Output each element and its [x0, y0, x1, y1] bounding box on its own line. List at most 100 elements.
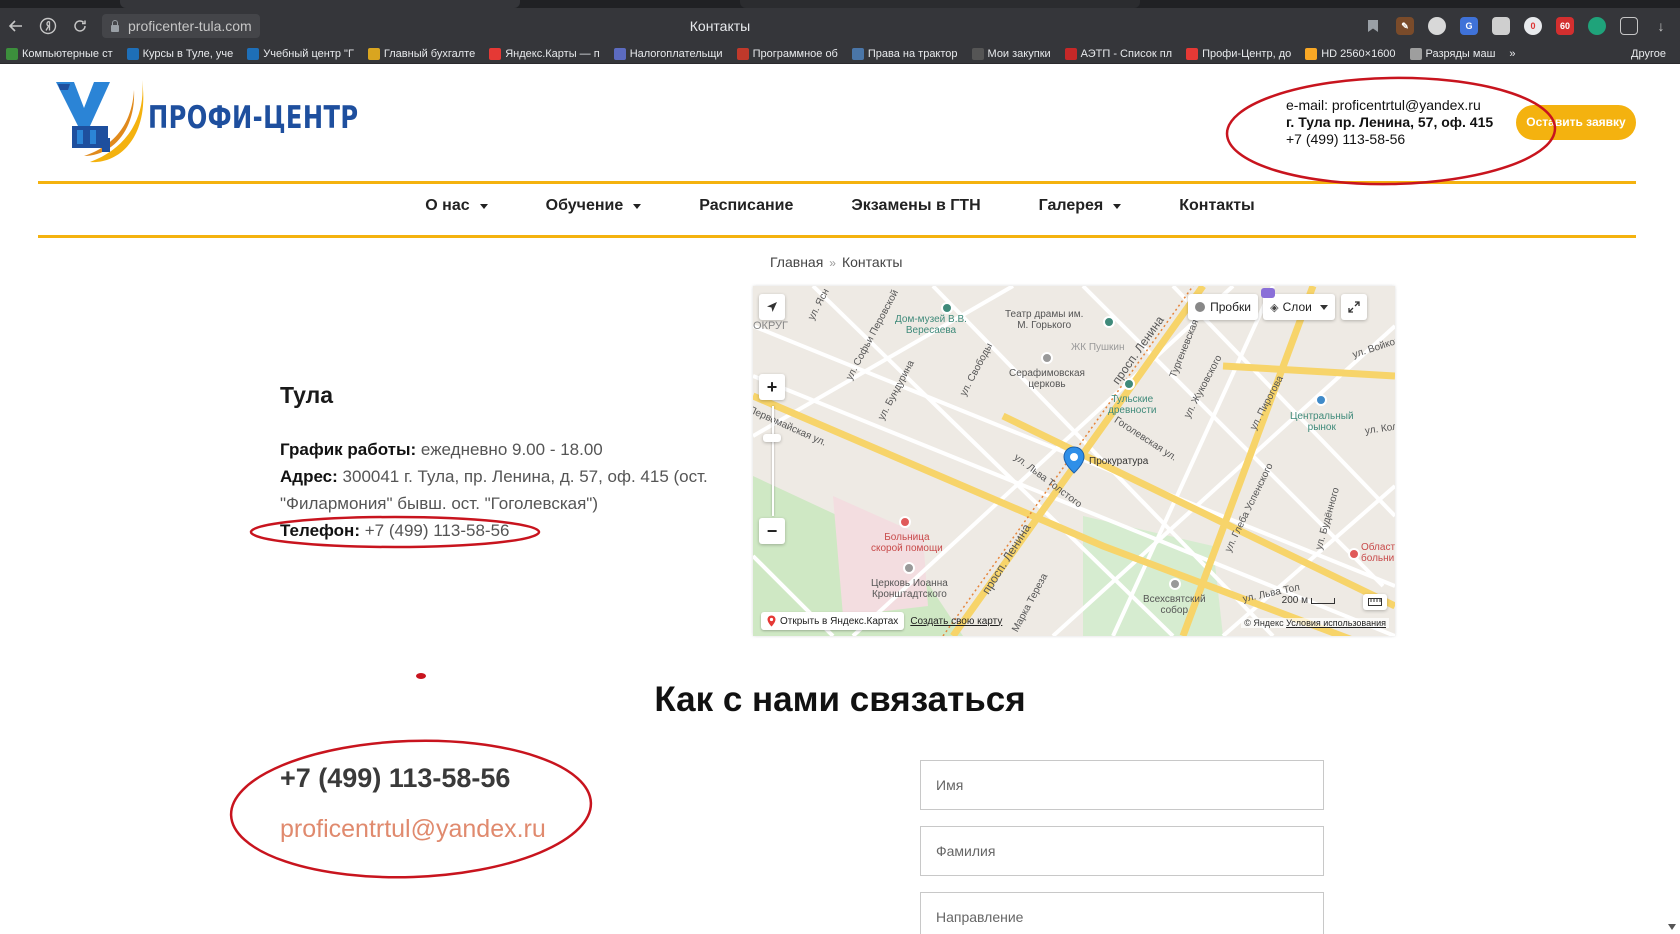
bookmark-item[interactable]: Яндекс.Карты — п — [489, 44, 600, 63]
bookmark-item[interactable]: Разряды маш — [1409, 44, 1495, 63]
create-map-link[interactable]: Создать свою карту — [910, 616, 1002, 627]
geolocation-icon[interactable] — [759, 294, 785, 320]
hours-row: График работы: ежедневно 9.00 - 18.00 — [280, 436, 720, 463]
church-icon — [1041, 352, 1053, 364]
traffic-icon — [1195, 302, 1206, 312]
reload-icon[interactable] — [64, 10, 96, 42]
map-label-prosecutor: Прокуратура — [1089, 456, 1149, 467]
translate-icon[interactable]: G — [1460, 17, 1478, 35]
url-text: proficenter-tula.com — [128, 18, 252, 34]
yandex-map[interactable]: Дом-музей В.В. Вересаева Театр драмы им. М… — [753, 286, 1395, 636]
bookmark-item[interactable]: Компьютерные ст — [6, 44, 113, 63]
map-poi-hospital[interactable]: Больница скорой помощи — [871, 532, 943, 554]
bookmark-favicon-icon — [126, 47, 139, 60]
map-poi-church[interactable]: Церковь Иоанна Кронштадтского — [871, 578, 948, 600]
layers-button[interactable]: ◈ Слои — [1263, 294, 1335, 320]
contact-email[interactable]: proficentrtul@yandex.ru — [280, 815, 546, 844]
nav-item[interactable]: Расписание — [670, 197, 822, 215]
header-email[interactable]: e-mail: proficentrtul@yandex.ru — [1286, 97, 1493, 114]
bookmark-item[interactable]: Курсы в Туле, уче — [126, 44, 234, 63]
bookmarks-bar: Компьютерные ст Курсы в Туле, уче Учебный … — [0, 44, 1680, 64]
map-pin-icon — [767, 615, 776, 627]
address-label: Адрес: — [280, 467, 338, 486]
fullscreen-icon[interactable] — [1341, 294, 1367, 320]
window-title: Контакты — [689, 18, 751, 34]
bookmark-favicon-icon — [367, 47, 380, 60]
bookmark-item[interactable]: Налогоплательщи — [613, 44, 723, 63]
download-icon[interactable]: ↓ — [1652, 17, 1670, 35]
bookmark-item[interactable]: Главный бухгалте — [367, 44, 476, 63]
main-nav: О нас Обучение Расписание Экзамены в ГТН Гал… — [0, 197, 1680, 215]
extension-icon[interactable] — [1588, 17, 1606, 35]
location-pin-icon[interactable] — [1063, 446, 1085, 474]
extensions-puzzle-icon[interactable] — [1620, 17, 1638, 35]
bookmark-label: Главный бухгалте — [383, 47, 476, 60]
map-poi-seraphim[interactable]: Серафимовская церковь — [1009, 368, 1085, 390]
bookmarks-other[interactable]: Другое — [1631, 44, 1666, 63]
bookmark-favicon-icon — [1186, 47, 1199, 60]
extension-icon[interactable]: 60 — [1556, 17, 1574, 35]
bookmark-item[interactable]: Программное об — [736, 44, 838, 63]
zoom-slider-handle[interactable] — [763, 434, 781, 442]
browser-tab[interactable] — [740, 0, 1140, 8]
logo-text[interactable]: ПРОФИ-ЦЕНТР — [148, 100, 358, 136]
lock-icon — [110, 20, 120, 32]
nav-bottom-rule — [38, 235, 1636, 238]
bookmark-label: Учебный центр "Г — [263, 47, 354, 60]
nav-item[interactable]: Обучение — [517, 197, 671, 215]
breadcrumb-current: Контакты — [841, 254, 903, 270]
map-poi-veresaev[interactable]: Дом-музей В.В. Вересаева — [895, 314, 967, 336]
bookmarks-overflow-icon[interactable]: » — [1509, 44, 1515, 63]
nav-item-label: Контакты — [1179, 197, 1255, 214]
terms-link[interactable]: Условия использования — [1286, 618, 1386, 628]
bookmark-favicon-icon — [1305, 47, 1318, 60]
map-scale: 200 м — [1282, 595, 1335, 606]
zoom-in-button[interactable]: + — [759, 374, 785, 400]
request-button[interactable]: Оставить заявку — [1516, 105, 1636, 140]
nav-item[interactable]: Контакты — [1150, 197, 1283, 215]
nav-item[interactable]: О нас — [396, 197, 516, 215]
bookmark-label: Компьютерные ст — [22, 47, 113, 60]
back-icon[interactable] — [0, 10, 32, 42]
caret-down-icon — [479, 203, 488, 209]
map-poi-theatre[interactable]: Театр драмы им. М. Горького — [1005, 309, 1083, 331]
traffic-button[interactable]: Пробки — [1188, 294, 1258, 320]
bookmark-star-icon[interactable] — [1364, 17, 1382, 35]
zoom-out-button[interactable]: − — [759, 518, 785, 544]
bookmark-item[interactable]: Права на трактор — [851, 44, 958, 63]
yandex-icon[interactable] — [32, 10, 64, 42]
ruler-icon[interactable] — [1363, 594, 1387, 610]
open-in-yandex-maps-button[interactable]: Открыть в Яндекс.Картах — [761, 612, 905, 630]
map-poi-antiquity[interactable]: Тульские древности — [1108, 394, 1157, 416]
breadcrumb-home[interactable]: Главная — [770, 254, 823, 270]
bookmark-item[interactable]: Учебный центр "Г — [247, 44, 354, 63]
bookmark-item[interactable]: HD 2560×1600 — [1305, 44, 1396, 63]
browser-tab[interactable] — [120, 0, 520, 8]
screenshot: proficenter-tula.com Контакты ✎ G 0 60 ↓… — [0, 0, 1680, 934]
surname-input[interactable] — [920, 826, 1324, 876]
caret-down-icon — [633, 203, 642, 209]
zoom-slider[interactable] — [772, 406, 774, 516]
header-address: г. Тула пр. Ленина, 57, оф. 415 — [1286, 114, 1494, 130]
map-poi-market[interactable]: Центральный рынок — [1290, 411, 1354, 433]
nav-item[interactable]: Экзамены в ГТН — [822, 197, 1009, 215]
scroll-down-arrow-icon[interactable] — [1668, 924, 1676, 930]
extension-icon[interactable]: ✎ — [1396, 17, 1414, 35]
contact-phone[interactable]: +7 (499) 113-58-56 — [280, 763, 510, 794]
phone-value[interactable]: +7 (499) 113-58-56 — [360, 521, 510, 540]
cloud-icon[interactable]: 0 — [1524, 17, 1542, 35]
direction-input[interactable] — [920, 892, 1324, 934]
map-poi-cathedral[interactable]: Всехсвятский собор — [1143, 594, 1206, 616]
extension-icon[interactable] — [1428, 17, 1446, 35]
bookmark-item[interactable]: АЭТП - Список пл — [1064, 44, 1172, 63]
address-bar[interactable]: proficenter-tula.com — [102, 14, 260, 38]
extension-icon[interactable] — [1492, 17, 1510, 35]
bookmark-item[interactable]: Профи-Центр, до — [1186, 44, 1291, 63]
name-input[interactable] — [920, 760, 1324, 810]
bookmark-label: Курсы в Туле, уче — [142, 47, 234, 60]
map-poi-oblast[interactable]: Област больни — [1361, 542, 1395, 564]
bookmark-item[interactable]: Мои закупки — [971, 44, 1051, 63]
nav-item[interactable]: Галерея — [1010, 197, 1151, 215]
header-phone[interactable]: +7 (499) 113-58-56 — [1286, 131, 1493, 148]
traffic-label: Пробки — [1210, 300, 1251, 314]
